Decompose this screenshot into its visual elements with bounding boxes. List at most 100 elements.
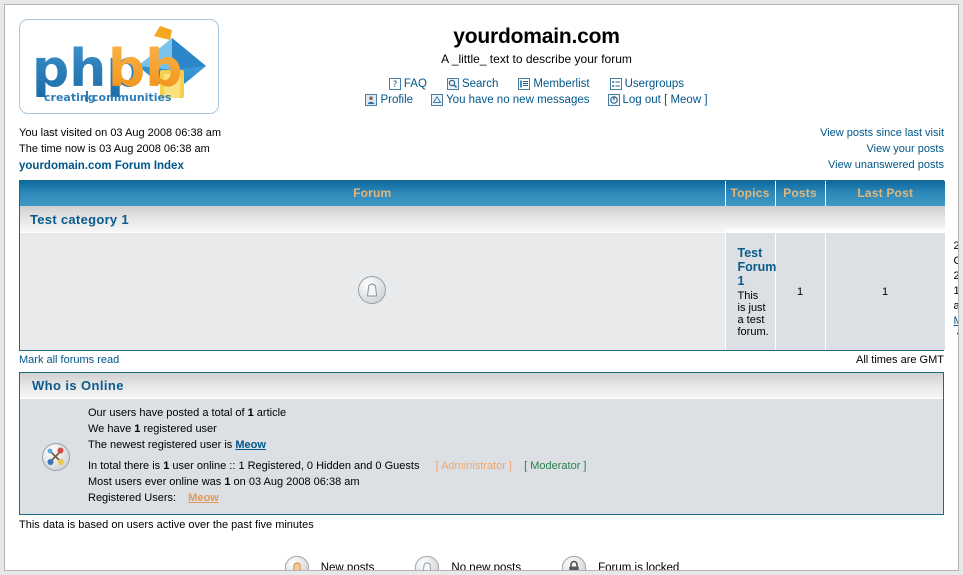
column-header-posts: Posts [775,180,826,206]
legend-item-new-posts: New posts [284,555,375,571]
total-posts-prefix: Our users have posted a total of [88,407,245,420]
last-visited-text: You last visited on 03 Aug 2008 06:38 am [19,127,222,139]
total-posts-suffix: article [256,407,287,420]
nav-label-logout: Log out [ Meow ] [622,94,708,107]
link-view-posts-since-last-visit[interactable]: View posts since last visit [820,127,944,139]
nav-link-logout[interactable]: Log out [ Meow ] [607,94,708,107]
no-new-posts-icon [358,276,387,305]
registered-user-link[interactable]: Meow [188,492,219,504]
total-posts-count: 1 [247,407,254,420]
nav-link-profile[interactable]: Profile [365,94,414,107]
usergroups-icon [609,78,622,91]
search-icon [446,78,459,91]
who-is-online-header: Who is Online [20,373,943,400]
nav-label-faq: FAQ [403,78,427,91]
who-is-online-panel: Who is Online Our users have posted a to… [19,372,944,515]
nav-link-messages[interactable]: You have no new messages [431,94,590,107]
logo-tagline-right: communities [92,91,172,104]
nav-link-search[interactable]: Search [446,78,499,91]
forum-locked-icon [561,555,587,570]
category-blank-posts [775,205,825,234]
below-table-bar: Mark all forums read All times are GMT [5,351,958,366]
nav-label-memberlist: Memberlist [533,78,590,91]
category-blank-topics [725,205,775,234]
forum-status-icon-cell [20,232,726,351]
record-suffix: on 03 Aug 2008 06:38 am [233,475,360,488]
forum-title-link[interactable]: Test Forum 1 [738,246,777,288]
phpbb-logo[interactable]: php bb creating communities [19,19,219,114]
site-description: A _little_ text to describe your forum [441,52,632,67]
category-row: Test category 1 [20,205,945,234]
newest-user-line: The newest registered user is Meow [88,438,935,454]
who-is-online-details-group: In total there is 1 user online :: 1 Reg… [88,459,935,507]
record-online-line: Most users ever online was 1 on 03 Aug 2… [88,475,935,491]
page-container: php bb creating communities yourdomain.c… [4,4,959,571]
nav-row-primary: ? FAQ Search Memberlist Usergroups [219,78,854,91]
category-title-link[interactable]: Test category 1 [30,212,129,227]
online-count: 1 [163,460,170,473]
who-is-online-title-link[interactable]: Who is Online [32,378,124,393]
online-prefix: In total there is [88,460,161,473]
forum-posts-count: 1 [825,232,946,351]
visit-info-bar: You last visited on 03 Aug 2008 06:38 am… [5,114,958,175]
timezone-label: All times are GMT [855,354,944,367]
nav-label-search: Search [461,78,499,91]
no-new-posts-icon [415,555,440,570]
forum-icon-legend: New posts No new posts Forum is locked [5,555,958,571]
site-header: php bb creating communities yourdomain.c… [5,5,958,114]
registered-users-line: We have 1 registered user [88,422,935,438]
nav-label-messages: You have no new messages [446,94,590,107]
memberlist-icon [518,78,531,91]
link-view-your-posts[interactable]: View your posts [867,143,944,155]
role-administrator-label: [ Administrator ] [435,460,512,473]
svg-text:?: ? [393,80,398,90]
header-center: yourdomain.com A _little_ text to descri… [219,19,854,107]
nav-link-usergroups[interactable]: Usergroups [609,78,684,91]
role-moderator-label: [ Moderator ] [524,460,587,473]
faq-icon: ? [388,78,401,91]
column-header-last-post: Last Post [825,180,945,206]
registered-prefix: We have [88,423,132,436]
online-data-note: This data is based on users active over … [19,518,314,531]
visit-info-left: You last visited on 03 Aug 2008 06:38 am… [19,126,221,175]
legend-label-new-posts: New posts [320,561,375,571]
last-post-user-link[interactable]: Meow [954,315,959,327]
who-is-online-stats-group: Our users have posted a total of 1 artic… [88,406,935,459]
column-header-topics: Topics [725,180,776,206]
breadcrumb-forum-index[interactable]: yourdomain.com Forum Index [19,160,184,172]
forum-list-table-wrapper: Forum Topics Posts Last Post Test catego… [19,179,958,352]
time-now-text: The time now is 03 Aug 2008 06:38 am [19,142,210,155]
column-header-forum: Forum [20,180,726,206]
category-blank-last-post [825,205,945,234]
who-is-online-body: Our users have posted a total of 1 artic… [20,399,943,514]
registered-users-list-label: Registered Users: [88,491,177,504]
profile-icon [365,94,378,107]
who-is-online-icon-cell [28,442,84,472]
newest-user-link[interactable]: Meow [235,439,266,451]
goto-last-post-icon[interactable] [956,328,958,344]
nav-label-profile: Profile [380,94,414,107]
forum-list-table: Forum Topics Posts Last Post Test catego… [20,180,958,351]
online-count-line: In total there is 1 user online :: 1 Reg… [88,459,935,475]
mark-all-forums-read-link[interactable]: Mark all forums read [19,354,119,366]
legend-item-no-new-posts: No new posts [414,555,521,570]
logout-icon [607,94,620,107]
registered-users-list-line: Registered Users: Meow [88,491,935,507]
who-is-online-text: Our users have posted a total of 1 artic… [84,406,935,507]
phpbb-logo-graphic: php bb creating communities [32,26,206,104]
forum-name-cell: Test Forum 1 This is just a test forum. [725,232,777,351]
new-posts-icon [284,555,309,570]
who-is-online-icon [42,442,70,471]
nav-row-secondary: Profile You have no new messages Log out… [219,94,854,107]
forum-topics-count: 1 [775,232,826,351]
nav-link-faq[interactable]: ? FAQ [388,78,427,91]
site-title: yourdomain.com [453,25,620,48]
messages-icon [431,94,444,107]
total-posts-line: Our users have posted a total of 1 artic… [88,406,935,422]
link-view-unanswered-posts[interactable]: View unanswered posts [828,159,944,171]
legend-item-forum-locked: Forum is locked [561,555,679,570]
quick-view-links: View posts since last visit View your po… [820,126,944,174]
nav-link-memberlist[interactable]: Memberlist [518,78,590,91]
table-row: Test Forum 1 This is just a test forum. … [20,232,958,351]
record-prefix: Most users ever online was [88,475,222,488]
